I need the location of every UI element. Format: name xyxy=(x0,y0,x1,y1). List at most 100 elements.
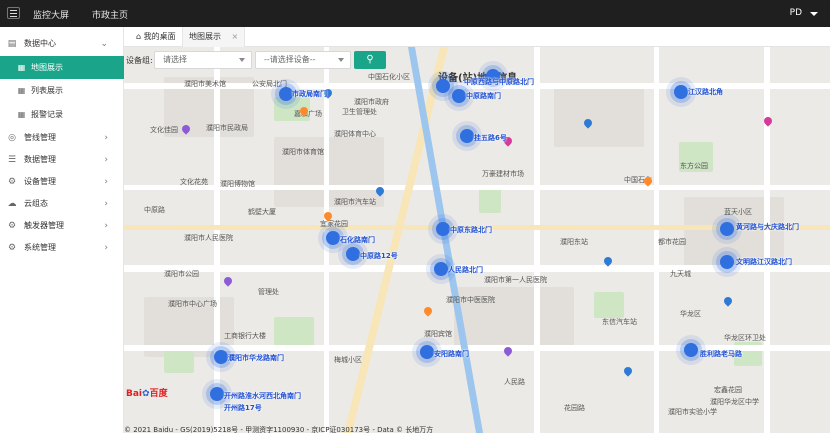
place-label: 宏鑫花园 xyxy=(714,386,742,394)
poi-marker-icon[interactable] xyxy=(222,275,234,287)
place-label: 濮阳东站 xyxy=(560,238,588,246)
device-label[interactable]: 市政局南门 xyxy=(292,89,327,99)
sidebar-item-pipeline[interactable]: ◎ 管线管理 › xyxy=(0,127,124,149)
tab-my-desktop[interactable]: ⌂ 我的桌面 xyxy=(130,27,182,47)
device-marker[interactable] xyxy=(720,222,734,236)
gear-icon: ⚙ xyxy=(7,177,17,187)
chevron-down-icon xyxy=(338,58,344,62)
place-label: 文化佳园 xyxy=(150,126,178,134)
device-marker[interactable] xyxy=(326,231,340,245)
place-label: 九天城 xyxy=(670,270,691,278)
nav-monitor-screen[interactable]: 监控大屏 xyxy=(33,8,69,21)
place-label: 濮阳市民政局 xyxy=(206,124,248,132)
device-marker[interactable] xyxy=(452,89,466,103)
chevron-right-icon: › xyxy=(104,199,108,209)
top-bar: 监控大屏 市政主页 PD xyxy=(0,0,830,27)
map-view[interactable]: 设备组: 请选择 --请选择设备-- ⚲ 设备(站)地图信息 中国石化小区 公安… xyxy=(124,47,830,433)
home-icon: ⌂ xyxy=(136,32,142,41)
device-marker[interactable] xyxy=(210,387,224,401)
device-marker[interactable] xyxy=(674,85,688,99)
device-marker[interactable] xyxy=(346,247,360,261)
chevron-down-icon: ⌄ xyxy=(100,39,108,49)
grid-icon: ▦ xyxy=(17,86,26,95)
place-label: 华龙区环卫处 xyxy=(724,334,766,342)
search-button[interactable]: ⚲ xyxy=(354,51,386,69)
device-marker[interactable] xyxy=(279,87,293,101)
place-label: 人民路 xyxy=(504,378,525,386)
device-label[interactable]: 开州路17号 xyxy=(224,403,262,413)
place-label: 鹤壁大厦 xyxy=(248,208,276,216)
poi-marker-icon[interactable] xyxy=(622,365,634,377)
device-label[interactable]: 中原西路与中原路北门 xyxy=(464,77,534,87)
place-label: 花园路 xyxy=(564,404,585,412)
poi-marker-icon[interactable] xyxy=(422,305,434,317)
device-label[interactable]: 安阳路南门 xyxy=(434,349,469,359)
place-label: 万豪建材市场 xyxy=(482,170,524,178)
device-label[interactable]: 中原路12号 xyxy=(360,251,398,261)
search-icon: ⚲ xyxy=(366,54,374,65)
place-label: 濮阳市中心广场 xyxy=(168,300,217,308)
place-label: 濮阳市实验小学 xyxy=(668,408,717,416)
place-label: 管理处 xyxy=(258,288,279,296)
device-label[interactable]: 胜利路老马路 xyxy=(700,349,742,359)
device-marker[interactable] xyxy=(720,255,734,269)
sidebar-item-list-display[interactable]: ▦ 列表展示 xyxy=(0,79,124,102)
place-label: 濮阳博物馆 xyxy=(220,180,255,188)
place-label: 濮阳市公园 xyxy=(164,270,199,278)
place-label: 卫生管理处 xyxy=(342,108,377,116)
device-marker[interactable] xyxy=(420,345,434,359)
device-label[interactable]: 文明路江汉路北门 xyxy=(736,257,792,267)
place-label: 东信汽车站 xyxy=(602,318,637,326)
close-icon[interactable]: × xyxy=(232,32,239,41)
place-label: 宜家花园 xyxy=(320,220,348,228)
device-marker[interactable] xyxy=(434,262,448,276)
grid-icon: ▦ xyxy=(17,110,26,119)
sidebar-item-device-management[interactable]: ⚙ 设备管理 › xyxy=(0,171,124,193)
device-label[interactable]: 中原路南门 xyxy=(466,91,501,101)
device-label[interactable]: 开州路淮水河西北角南门 xyxy=(224,391,301,401)
place-label: 濮阳华龙区中学 xyxy=(710,398,759,406)
file-icon: ▤ xyxy=(7,39,17,49)
device-label[interactable]: 挂五路6号 xyxy=(474,133,507,143)
device-label[interactable]: 濮阳市华龙路南门 xyxy=(228,353,284,363)
sidebar-item-trigger[interactable]: ⚙ 触发器管理 › xyxy=(0,215,124,237)
device-marker[interactable] xyxy=(214,350,228,364)
sidebar-item-system[interactable]: ⚙ 系统管理 › xyxy=(0,237,124,259)
device-label[interactable]: 江汉路北角 xyxy=(688,87,723,97)
device-label[interactable]: 黄河路与大庆路北门 xyxy=(736,222,799,232)
device-group-label: 设备组: xyxy=(126,56,153,65)
device-group-select[interactable]: 请选择 xyxy=(154,51,252,69)
place-label: 濮阳市汽车站 xyxy=(334,198,376,206)
device-label[interactable]: 中原东路北门 xyxy=(450,225,492,235)
nav-municipal-home[interactable]: 市政主页 xyxy=(92,8,128,21)
device-marker[interactable] xyxy=(436,222,450,236)
place-label: 华龙区 xyxy=(680,310,701,318)
map-copyright: © 2021 Baidu - GS(2019)5218号 - 甲测资字11009… xyxy=(124,426,434,433)
chevron-right-icon: › xyxy=(104,221,108,231)
device-marker[interactable] xyxy=(460,129,474,143)
cloud-icon: ☁ xyxy=(7,199,17,209)
device-label[interactable]: 石化路南门 xyxy=(340,235,375,245)
sidebar-item-data-center[interactable]: ▤ 数据中心 ⌄ xyxy=(0,33,124,55)
sidebar-item-cloud-config[interactable]: ☁ 云组态 › xyxy=(0,193,124,215)
gear-icon: ⚙ xyxy=(7,243,17,253)
device-marker[interactable] xyxy=(436,79,450,93)
sidebar-item-map-display[interactable]: ▦ 地图展示 xyxy=(0,56,124,79)
user-name[interactable]: PD xyxy=(790,8,802,18)
device-label[interactable]: 人民路北门 xyxy=(448,265,483,275)
place-label: 濮阳市体育馆 xyxy=(282,148,324,156)
sidebar-item-alarm-records[interactable]: ▦ 报警记录 xyxy=(0,103,124,126)
chevron-right-icon: › xyxy=(104,177,108,187)
menu-toggle-icon[interactable] xyxy=(7,7,20,19)
place-label: 中原路 xyxy=(144,206,165,214)
paw-icon: ✿ xyxy=(142,389,150,399)
sidebar-item-data-management[interactable]: ☰ 数据管理 › xyxy=(0,149,124,171)
chevron-right-icon: › xyxy=(104,243,108,253)
device-marker[interactable] xyxy=(684,343,698,357)
device-select[interactable]: --请选择设备-- xyxy=(255,51,351,69)
place-label: 濮阳体育中心 xyxy=(334,130,376,138)
chevron-down-icon[interactable] xyxy=(810,12,818,16)
tab-map-display[interactable]: 地图展示 × xyxy=(182,27,246,47)
poi-marker-icon[interactable] xyxy=(722,295,734,307)
place-label: 濮阳宾馆 xyxy=(424,330,452,338)
